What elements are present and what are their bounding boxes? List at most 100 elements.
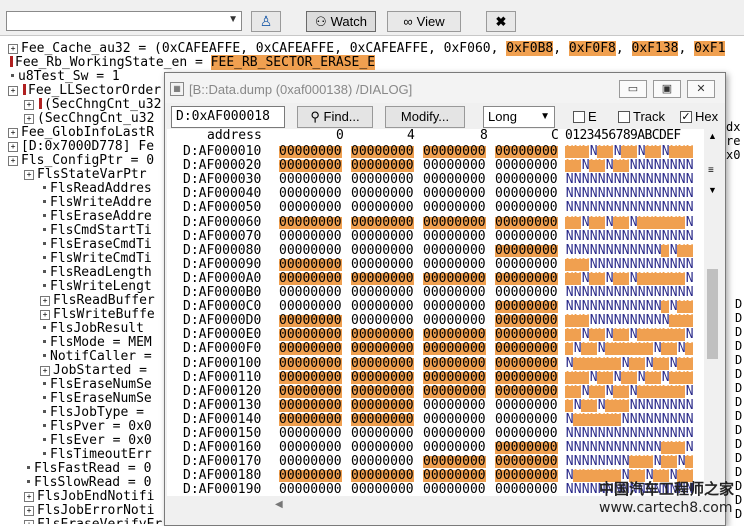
modify-button[interactable]: Modify...	[385, 106, 465, 128]
dump-word[interactable]: 00000000	[495, 187, 558, 200]
expand-icon[interactable]: +	[24, 114, 34, 124]
tree-row[interactable]: FlsEraseAddre	[40, 210, 152, 224]
dump-row[interactable]: D:AF000170 00000000 00000000 00000000 000000…	[167, 455, 705, 469]
dump-word[interactable]: 00000000	[351, 483, 414, 496]
tree-row[interactable]: + Fee_GlobInfoLastR	[8, 126, 154, 140]
dump-word[interactable]: 00000000	[279, 469, 342, 483]
dump-word[interactable]: 00000000	[351, 413, 414, 426]
tree-row[interactable]: FlsEraseNumSe	[40, 392, 152, 406]
dump-row[interactable]: D:AF000150 00000000 00000000 00000000 000000…	[167, 427, 705, 441]
tree-row[interactable]: + Fls_ConfigPtr = 0	[8, 154, 154, 168]
memory-dump-grid[interactable]: address 0 4 8 C 0123456789ABCDEF D:AF000…	[167, 129, 705, 496]
tree-row[interactable]: FlsWriteLengt	[40, 280, 152, 294]
dump-word[interactable]: 00000000	[351, 201, 414, 214]
dump-word[interactable]: 00000000	[423, 300, 486, 313]
dump-word[interactable]: 00000000	[279, 441, 342, 454]
dump-word[interactable]: 00000000	[279, 258, 342, 271]
expand-icon[interactable]: +	[24, 100, 34, 110]
dump-word[interactable]: 00000000	[495, 385, 558, 398]
dump-word[interactable]: 00000000	[423, 357, 486, 370]
tree-row[interactable]: + FlsJobErrorNoti	[24, 504, 154, 518]
tree-row[interactable]: FlsWriteAddre	[40, 196, 152, 210]
dump-word[interactable]: 00000000	[423, 455, 486, 469]
dump-row[interactable]: D:AF000090 00000000 00000000 00000000 000000…	[167, 257, 705, 272]
restore-button[interactable]: ▣	[653, 80, 681, 98]
dump-word[interactable]: 00000000	[423, 427, 486, 440]
tree-row[interactable]: FlsReadAddres	[40, 182, 152, 196]
dump-word[interactable]: 00000000	[351, 244, 414, 257]
dump-word[interactable]: 00000000	[351, 328, 414, 342]
watch-button[interactable]: ⚇ Watch	[306, 11, 376, 32]
dump-word[interactable]: 00000000	[423, 371, 486, 384]
dump-row[interactable]: D:AF0000D0 00000000 00000000 00000000 000000…	[167, 314, 705, 328]
dump-word[interactable]: 00000000	[351, 216, 414, 229]
dump-word[interactable]: 00000000	[351, 357, 414, 370]
dump-word[interactable]: 00000000	[423, 187, 486, 200]
dump-word[interactable]: 00000000	[279, 427, 342, 440]
dump-word[interactable]: 00000000	[495, 427, 558, 440]
dump-word[interactable]: 00000000	[423, 216, 486, 229]
format-select[interactable]: Long ▼	[483, 106, 555, 128]
dialog-title-bar[interactable]: ▦ [B::Data.dump (0xaf000138) /DIALOG] ▭ …	[165, 73, 725, 103]
dump-row[interactable]: D:AF0000F0 00000000 00000000 00000000 000000…	[167, 342, 705, 356]
dump-word[interactable]: 00000000	[279, 173, 342, 186]
dump-row[interactable]: D:AF0000B0 00000000 00000000 00000000 000000…	[167, 286, 705, 300]
dump-word[interactable]: 00000000	[495, 342, 558, 356]
dump-word[interactable]: 00000000	[279, 201, 342, 214]
expand-icon[interactable]: +	[8, 142, 18, 152]
dump-word[interactable]: 00000000	[423, 258, 486, 271]
dump-word[interactable]: 00000000	[423, 201, 486, 214]
scroll-down-icon[interactable]: ▼	[708, 185, 717, 195]
dump-word[interactable]: 00000000	[279, 413, 342, 426]
close-window-button[interactable]: ✕	[687, 80, 715, 98]
dump-word[interactable]: 00000000	[279, 145, 342, 158]
tree-row[interactable]: + FlsReadBuffer	[40, 294, 155, 308]
dump-word[interactable]: 00000000	[423, 173, 486, 186]
dump-word[interactable]: 00000000	[351, 371, 414, 384]
tree-row[interactable]: + Fee_Cache_au32 = (0xCAFEAFFE, 0xCAFEAFF…	[8, 41, 726, 56]
dump-row[interactable]: D:AF000040 00000000 00000000 00000000 000000…	[167, 187, 705, 201]
find-button[interactable]: ⚲ Find...	[297, 106, 373, 128]
dump-word[interactable]: 00000000	[279, 342, 342, 356]
dump-word[interactable]: 00000000	[495, 173, 558, 186]
dump-row[interactable]: D:AF000130 00000000 00000000 00000000 000000…	[167, 398, 705, 413]
minimize-button[interactable]: ▭	[619, 80, 647, 98]
dump-row[interactable]: D:AF000060 00000000 00000000 00000000 000000…	[167, 215, 705, 230]
dump-word[interactable]: 00000000	[279, 399, 342, 412]
tree-row[interactable]: FlsFastRead = 0	[24, 462, 151, 476]
dump-word[interactable]: 00000000	[351, 427, 414, 440]
dump-row[interactable]: D:AF000100 00000000 00000000 00000000 000000…	[167, 356, 705, 371]
dump-word[interactable]: 00000000	[423, 230, 486, 243]
dump-word[interactable]: 00000000	[279, 483, 342, 496]
dump-word[interactable]: 00000000	[279, 159, 342, 173]
person-button[interactable]: ♙	[251, 11, 281, 32]
expand-icon[interactable]: +	[24, 520, 34, 524]
dump-word[interactable]: 00000000	[495, 300, 558, 314]
dump-word[interactable]: 00000000	[351, 399, 414, 412]
dump-word[interactable]: 00000000	[279, 286, 342, 299]
dump-word[interactable]: 00000000	[351, 314, 414, 327]
tree-row[interactable]: + (SecChngCnt_u32	[24, 98, 161, 112]
dump-row[interactable]: D:AF000120 00000000 00000000 00000000 000000…	[167, 384, 705, 399]
tree-row[interactable]: + [D:0x7000D778] Fe	[8, 140, 154, 154]
tree-row[interactable]: FlsJobResult	[40, 322, 144, 336]
tree-row[interactable]: FlsWriteCmdTi	[40, 252, 152, 266]
expand-icon[interactable]: +	[8, 44, 18, 54]
dump-word[interactable]: 00000000	[351, 342, 414, 356]
dump-row[interactable]: D:AF000160 00000000 00000000 00000000 000000…	[167, 441, 705, 455]
dump-word[interactable]: 00000000	[495, 244, 558, 257]
dump-word[interactable]: 00000000	[495, 413, 558, 426]
dump-word[interactable]: 00000000	[495, 272, 558, 285]
dump-row[interactable]: D:AF000140 00000000 00000000 00000000 000000…	[167, 412, 705, 427]
dump-word[interactable]: 00000000	[423, 314, 486, 327]
tree-row[interactable]: + Fee_LLSectorOrder	[8, 84, 161, 98]
tree-row[interactable]: FlsReadLength	[40, 266, 152, 280]
e-checkbox[interactable]: E	[573, 109, 597, 124]
hex-checkbox[interactable]: ✓ Hex	[680, 109, 718, 124]
dump-word[interactable]: 00000000	[423, 286, 486, 299]
dump-word[interactable]: 00000000	[423, 385, 486, 398]
tree-row[interactable]: FlsEraseNumSe	[40, 378, 152, 392]
tree-row[interactable]: + JobStarted =	[40, 364, 147, 378]
tree-row[interactable]: u8Test_Sw = 1	[8, 70, 120, 84]
dump-word[interactable]: 00000000	[495, 159, 558, 172]
